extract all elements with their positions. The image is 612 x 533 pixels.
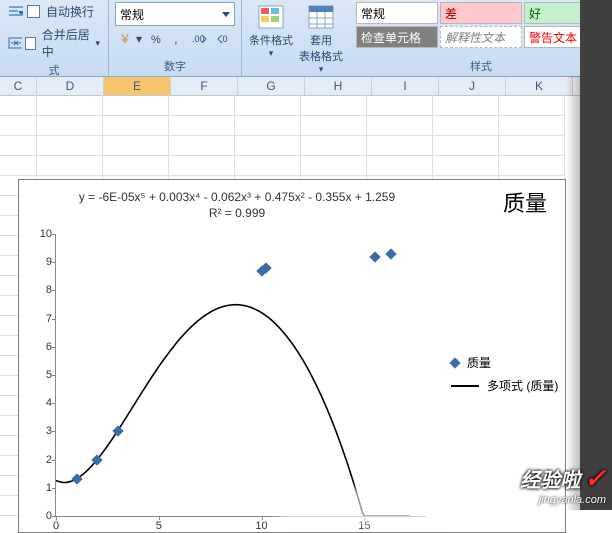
number-group-label: 数字	[115, 57, 235, 75]
styles-group-label: 样式	[356, 57, 606, 75]
merge-icon	[8, 35, 22, 51]
chevron-down-icon	[222, 12, 230, 17]
table-format-label1: 套用	[310, 32, 332, 48]
percent-button[interactable]: %	[148, 30, 166, 48]
y-tick: 3	[32, 425, 52, 437]
column-header-E[interactable]: E	[104, 77, 171, 95]
embedded-chart[interactable]: 质量 y = -6E-05x⁵ + 0.003x⁴ - 0.062x³ + 0.…	[18, 179, 566, 533]
increase-decimal-icon: .00	[192, 32, 208, 46]
currency-button[interactable]: ￥▾	[115, 30, 144, 48]
conditional-format-icon	[257, 4, 285, 30]
right-shadow	[566, 76, 580, 510]
wrap-text-icon	[8, 4, 24, 20]
y-tick: 5	[32, 369, 52, 381]
equation-line1: y = -6E-05x⁵ + 0.003x⁴ - 0.062x³ + 0.475…	[57, 190, 417, 206]
y-tick: 4	[32, 397, 52, 409]
y-tick: 0	[32, 510, 52, 522]
right-gutter	[580, 0, 612, 510]
column-header-J[interactable]: J	[439, 77, 506, 95]
currency-icon: ￥	[117, 31, 133, 47]
conditional-format-label: 条件格式	[249, 32, 293, 48]
cell-styles-gallery[interactable]: 常规 差 好 检查单元格 解释性文本 警告文本	[356, 2, 606, 48]
merge-checkbox[interactable]	[25, 37, 36, 50]
merge-label: 合并后居中	[42, 26, 93, 60]
table-format-button[interactable]: 套用 表格格式 ▾	[298, 2, 344, 75]
style-bad[interactable]: 差	[440, 2, 522, 24]
style-warn-label: 警告文本	[529, 29, 577, 46]
legend-label-1: 多项式 (质量)	[487, 377, 558, 394]
column-header-C[interactable]: C	[0, 77, 37, 95]
column-header-K[interactable]: K	[506, 77, 573, 95]
style-check-cell[interactable]: 检查单元格	[356, 26, 438, 48]
style-good-label: 好	[529, 5, 541, 22]
svg-text:￥: ￥	[119, 32, 131, 46]
column-header-H[interactable]: H	[305, 77, 372, 95]
style-normal[interactable]: 常规	[356, 2, 438, 24]
y-tick: 7	[32, 313, 52, 325]
legend-entry-trendline: 多项式 (质量)	[451, 377, 558, 394]
legend-entry-points: 质量	[451, 354, 558, 371]
increase-decimal-button[interactable]: .00	[190, 30, 210, 48]
style-normal-label: 常规	[361, 5, 385, 22]
conditional-format-button[interactable]: 条件格式 ▾	[248, 2, 294, 59]
wrap-text-button[interactable]: 自动换行	[6, 2, 96, 21]
diamond-marker-icon	[449, 357, 460, 368]
column-header-D[interactable]: D	[37, 77, 104, 95]
wrap-text-label: 自动换行	[46, 3, 94, 20]
style-explanatory[interactable]: 解释性文本	[440, 26, 522, 48]
column-header-G[interactable]: G	[238, 77, 305, 95]
table-format-label2: 表格格式	[299, 48, 343, 64]
line-marker-icon	[451, 385, 479, 387]
number-format-combo[interactable]: 常规	[115, 2, 235, 26]
ribbon: 自动换行 合并后居中 ▾ 式 常规 ￥▾ % , .00 .0	[0, 0, 612, 77]
trendline-curve	[56, 234, 426, 516]
y-tick: 2	[32, 454, 52, 466]
style-bad-label: 差	[445, 5, 457, 22]
alignment-group: 自动换行 合并后居中 ▾ 式	[0, 0, 109, 76]
decrease-decimal-button[interactable]: .0	[214, 30, 234, 48]
blurred-region	[279, 488, 459, 524]
trendline-equation: y = -6E-05x⁵ + 0.003x⁴ - 0.062x³ + 0.475…	[57, 190, 417, 221]
worksheet-area: CDEFGHIJK 质量 y = -6E-05x⁵ + 0.003x⁴ - 0.…	[0, 77, 612, 511]
watermark-brand: 经验啦	[520, 464, 580, 493]
wrap-text-checkbox[interactable]	[27, 5, 40, 18]
comma-icon: ,	[172, 32, 184, 46]
plot-area: 012345678910051015	[55, 234, 426, 517]
x-tick: 0	[53, 520, 59, 532]
y-tick: 8	[32, 284, 52, 296]
y-tick: 1	[32, 482, 52, 494]
watermark: 经验啦 ✓ jingyanla.com	[520, 463, 606, 506]
checkmark-icon: ✓	[584, 463, 606, 494]
column-headers: CDEFGHIJK	[0, 77, 612, 96]
styles-group: 常规 差 好 检查单元格 解释性文本 警告文本 样式	[350, 0, 612, 76]
merge-center-button[interactable]: 合并后居中 ▾	[6, 25, 102, 61]
number-group: 常规 ￥▾ % , .00 .0 数字	[109, 0, 242, 76]
y-tick: 6	[32, 341, 52, 353]
style-check-label: 检查单元格	[361, 29, 421, 46]
legend-label-0: 质量	[467, 354, 491, 371]
comma-button[interactable]: ,	[170, 30, 186, 48]
column-header-I[interactable]: I	[372, 77, 439, 95]
style-explain-label: 解释性文本	[445, 29, 505, 46]
decrease-decimal-icon: .0	[216, 32, 232, 46]
column-header-F[interactable]: F	[171, 77, 238, 95]
chart-title: 质量	[503, 186, 547, 218]
y-tick: 10	[32, 228, 52, 240]
y-tick: 9	[32, 256, 52, 268]
svg-text:,: ,	[174, 32, 178, 46]
table-format-icon	[307, 4, 335, 30]
watermark-url: jingyanla.com	[520, 494, 606, 506]
chart-legend: 质量 多项式 (质量)	[451, 348, 558, 400]
x-tick: 10	[255, 520, 267, 532]
x-tick: 5	[156, 520, 162, 532]
equation-line2: R² = 0.999	[57, 206, 417, 222]
percent-icon: %	[150, 32, 164, 46]
svg-text:%: %	[151, 34, 161, 46]
format-buttons-group: 条件格式 ▾ 套用 表格格式 ▾	[242, 0, 350, 76]
number-format-value: 常规	[120, 6, 144, 23]
